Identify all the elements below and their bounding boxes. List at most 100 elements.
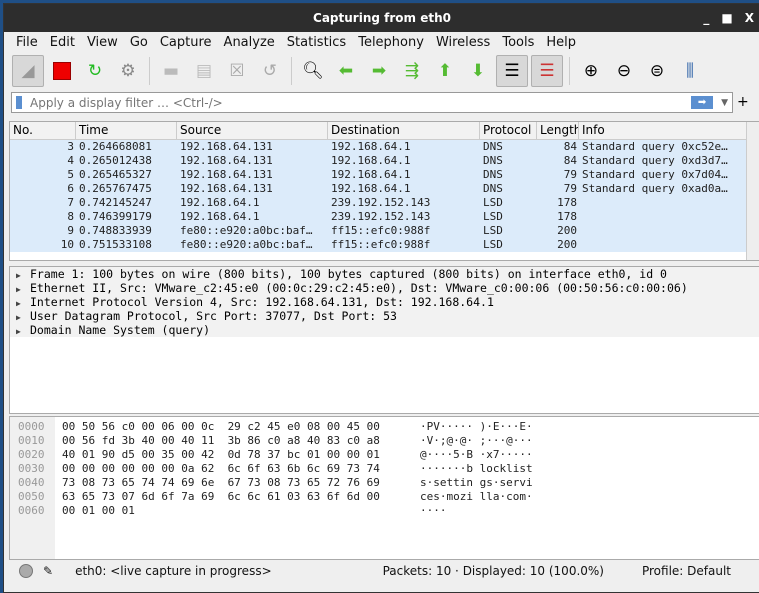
detail-tree-item[interactable]: ▶ User Datagram Protocol, Src Port: 37077… <box>10 309 759 323</box>
hex-ascii[interactable]: ·V·;@·@· ;···@··· <box>420 434 533 448</box>
close-file-button[interactable]: ☒ <box>222 56 252 86</box>
cell-protocol: DNS <box>483 154 503 167</box>
expand-arrow-icon[interactable]: ▶ <box>16 325 30 339</box>
cell-protocol: LSD <box>483 238 503 251</box>
hex-bytes[interactable]: 63 65 73 07 6d 6f 7a 69 6c 6c 61 03 63 6… <box>62 490 380 504</box>
cell-length: 200 <box>557 238 577 251</box>
main-toolbar: ◢ ↻ ⚙ ▬ ▤ ☒ ↺ 🔍︎ ⬅ ➡ ⇶ ⬆ ⬇ ☰ ☰ ⊕ ⊖ ⊜ ⫼ <box>4 52 759 90</box>
cell-protocol: LSD <box>483 196 503 209</box>
last-packet-button[interactable]: ⬇ <box>463 56 493 86</box>
hex-ascii[interactable]: s·settin gs·servi <box>420 476 533 490</box>
hex-row: 0030 00 00 00 00 00 00 0a 62 6c 6f 63 6b … <box>10 462 759 476</box>
menu-statistics[interactable]: Statistics <box>281 35 352 50</box>
hex-ascii[interactable]: @····5·B ·x7····· <box>420 448 533 462</box>
cell-time: 0.265012438 <box>79 154 152 167</box>
hex-row: 0050 63 65 73 07 6d 6f 7a 69 6c 6c 61 03 … <box>10 490 759 504</box>
menu-wireless[interactable]: Wireless <box>430 35 496 50</box>
packet-row[interactable]: 3 0.264668081 192.168.64.131 192.168.64.1 DN… <box>10 140 759 154</box>
cell-protocol: LSD <box>483 224 503 237</box>
menu-view[interactable]: View <box>81 35 124 50</box>
resize-columns-button[interactable]: ⫼ <box>675 56 705 86</box>
capture-options-button[interactable]: ⚙ <box>113 56 143 86</box>
stop-icon <box>53 62 71 80</box>
find-packet-button[interactable]: 🔍︎ <box>298 56 328 86</box>
hex-bytes[interactable]: 00 00 00 00 00 00 0a 62 6c 6f 63 6b 6c 6… <box>62 462 380 476</box>
zoom-out-button[interactable]: ⊖ <box>609 56 639 86</box>
capture-comment-icon[interactable]: ✎ <box>43 564 53 578</box>
column-source[interactable]: Source <box>177 122 328 139</box>
hex-ascii[interactable]: ·PV····· )·E···E· <box>420 420 533 434</box>
packet-row[interactable]: 4 0.265012438 192.168.64.131 192.168.64.1 DN… <box>10 154 759 168</box>
column-protocol[interactable]: Protocol <box>480 122 537 139</box>
go-to-packet-button[interactable]: ⇶ <box>397 56 427 86</box>
packet-list: No. Time Source Destination Protocol Len… <box>9 121 759 261</box>
open-file-button[interactable]: ▬ <box>156 56 186 86</box>
detail-text: Domain Name System (query) <box>30 323 211 337</box>
column-destination[interactable]: Destination <box>328 122 480 139</box>
bookmark-icon[interactable] <box>16 96 22 109</box>
save-file-button[interactable]: ▤ <box>189 56 219 86</box>
cell-protocol: DNS <box>483 182 503 195</box>
arrow-down-icon: ⬇ <box>470 61 486 81</box>
cell-info: Standard query 0xd3d7… <box>582 154 728 167</box>
cell-time: 0.751533108 <box>79 238 152 251</box>
gear-icon: ⚙ <box>120 61 136 81</box>
menu-edit[interactable]: Edit <box>44 35 81 50</box>
hex-bytes[interactable]: 73 08 73 65 74 74 69 6e 67 73 08 73 65 7… <box>62 476 380 490</box>
packet-row[interactable]: 8 0.746399179 192.168.64.1 239.192.152.143 L… <box>10 210 759 224</box>
window-title: Capturing from eth0 <box>313 11 451 25</box>
detail-tree-item[interactable]: ▶ Frame 1: 100 bytes on wire (800 bits), … <box>10 267 759 281</box>
column-time[interactable]: Time <box>76 122 177 139</box>
cell-source: 192.168.64.131 <box>180 182 273 195</box>
go-back-button[interactable]: ⬅ <box>331 56 361 86</box>
detail-tree-item[interactable]: ▶ Domain Name System (query) <box>10 323 759 337</box>
expert-info-icon[interactable] <box>19 564 33 578</box>
maximize-button[interactable]: ■ <box>721 4 732 32</box>
filter-history-dropdown[interactable]: ▼ <box>717 98 732 108</box>
restart-icon: ↻ <box>87 61 103 81</box>
close-button[interactable]: X <box>745 4 754 32</box>
hex-ascii[interactable]: ···· <box>420 504 447 518</box>
column-info[interactable]: Info <box>579 122 759 139</box>
zoom-normal-button[interactable]: ⊜ <box>642 56 672 86</box>
column-no[interactable]: No. <box>10 122 76 139</box>
packet-row[interactable]: 6 0.265767475 192.168.64.131 192.168.64.1 DN… <box>10 182 759 196</box>
hex-ascii[interactable]: ·······b locklist <box>420 462 533 476</box>
autoscroll-button[interactable]: ☰ <box>496 55 528 87</box>
minimize-button[interactable]: _ <box>703 4 709 32</box>
profile-label[interactable]: Profile: Default <box>642 564 731 578</box>
hex-bytes[interactable]: 00 01 00 01 <box>62 504 135 518</box>
menu-help[interactable]: Help <box>540 35 582 50</box>
hex-ascii[interactable]: ces·mozi lla·com· <box>420 490 533 504</box>
reload-file-button[interactable]: ↺ <box>255 56 285 86</box>
menu-telephony[interactable]: Telephony <box>352 35 430 50</box>
packet-row[interactable]: 9 0.748833939 fe80::e920:a0bc:baf… ff15::ef… <box>10 224 759 238</box>
packet-row[interactable]: 5 0.265465327 192.168.64.131 192.168.64.1 DN… <box>10 168 759 182</box>
menu-file[interactable]: File <box>10 35 44 50</box>
menu-tools[interactable]: Tools <box>496 35 540 50</box>
detail-tree-item[interactable]: ▶ Ethernet II, Src: VMware_c2:45:e0 (00:0… <box>10 281 759 295</box>
first-packet-button[interactable]: ⬆ <box>430 56 460 86</box>
add-filter-button[interactable]: + <box>737 94 749 110</box>
packet-list-scrollbar[interactable] <box>746 122 759 260</box>
column-length[interactable]: Length <box>537 122 579 139</box>
apply-filter-button[interactable]: ➡ <box>691 96 714 109</box>
packet-row[interactable]: 10 0.751533108 fe80::e920:a0bc:baf… ff15::e… <box>10 238 759 252</box>
hex-bytes[interactable]: 00 56 fd 3b 40 00 40 11 3b 86 c0 a8 40 8… <box>62 434 380 448</box>
go-forward-button[interactable]: ➡ <box>364 56 394 86</box>
zoom-in-button[interactable]: ⊕ <box>576 56 606 86</box>
hex-offset: 0020 <box>18 448 45 461</box>
menu-analyze[interactable]: Analyze <box>218 35 281 50</box>
menu-capture[interactable]: Capture <box>154 35 218 50</box>
stop-capture-button[interactable] <box>47 56 77 86</box>
colorize-button[interactable]: ☰ <box>531 55 563 87</box>
packet-row[interactable]: 7 0.742145247 192.168.64.1 239.192.152.143 L… <box>10 196 759 210</box>
file-icon: ▤ <box>195 61 213 81</box>
hex-bytes[interactable]: 00 50 56 c0 00 06 00 0c 29 c2 45 e0 08 0… <box>62 420 380 434</box>
display-filter-input[interactable] <box>28 94 692 111</box>
start-capture-button[interactable]: ◢ <box>12 55 44 87</box>
hex-bytes[interactable]: 40 01 90 d5 00 35 00 42 0d 78 37 bc 01 0… <box>62 448 380 462</box>
menu-go[interactable]: Go <box>124 35 154 50</box>
restart-capture-button[interactable]: ↻ <box>80 56 110 86</box>
detail-tree-item[interactable]: ▶ Internet Protocol Version 4, Src: 192.1… <box>10 295 759 309</box>
